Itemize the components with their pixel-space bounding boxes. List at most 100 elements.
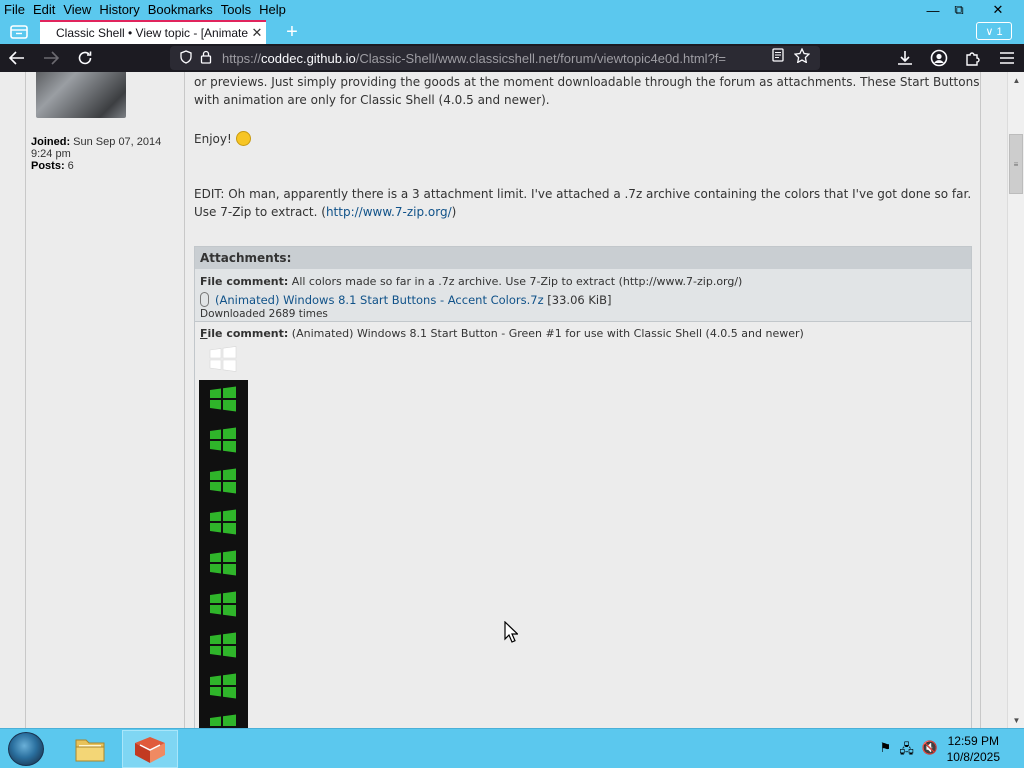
account-icon <box>930 49 948 67</box>
scroll-down-arrow-icon[interactable]: ▼ <box>1008 712 1024 728</box>
firefox-view-icon <box>10 25 28 39</box>
windows-logo-green-icon <box>210 468 236 494</box>
url-host: coddec.github.io <box>261 50 356 66</box>
lock-icon[interactable] <box>196 50 216 67</box>
tab-strip: Classic Shell • View topic - [Animate ✕ … <box>0 20 1024 44</box>
start-button[interactable] <box>8 732 44 766</box>
menu-tools[interactable]: Tools <box>217 0 255 20</box>
wink-smiley-icon <box>235 131 251 146</box>
post-profile: Joined: Sun Sep 07, 2014 9:24 pm Posts: … <box>26 72 185 728</box>
url-text[interactable]: https://coddec.github.io/Classic-Shell/w… <box>222 51 752 66</box>
taskbar-clock[interactable]: 12:59 PM 10/8/2025 <box>947 733 1000 765</box>
bookmark-star-icon[interactable] <box>790 47 814 66</box>
file-comment-text: All colors made so far in a .7z archive.… <box>288 275 743 288</box>
reader-view-icon[interactable] <box>766 48 790 66</box>
windows-logo-green-icon <box>210 591 236 617</box>
edit-suffix: ) <box>451 205 457 219</box>
account-button[interactable] <box>922 44 956 72</box>
attachment-image: File comment: (Animated) Windows 8.1 Sta… <box>195 322 971 728</box>
post-edit-line: EDIT: Oh man, apparently there is a 3 at… <box>194 187 972 201</box>
windows-logo-green-icon <box>210 673 236 699</box>
post-enjoy-line: Enjoy! <box>194 130 251 148</box>
file-comment-text: (Animated) Windows 8.1 Start Button - Gr… <box>288 327 804 340</box>
menu-view[interactable]: View <box>59 0 95 20</box>
tab-close-icon[interactable]: ✕ <box>248 25 266 41</box>
file-comment-label: File comment: <box>200 275 289 288</box>
reload-button[interactable] <box>68 44 102 72</box>
joined-time: 9:24 pm <box>31 148 71 160</box>
network-icon[interactable]: 🖧 <box>899 740 914 762</box>
menu-help[interactable]: Help <box>255 0 290 20</box>
volume-muted-icon[interactable]: 🔇 <box>922 740 938 762</box>
attachment-file-link[interactable]: (Animated) Windows 8.1 Start Buttons - A… <box>215 293 544 307</box>
windows-logo-green-icon <box>210 509 236 535</box>
download-icon <box>898 51 912 65</box>
forward-button[interactable] <box>34 44 68 72</box>
url-path: /Classic-Shell/www.classicshell.net/foru… <box>355 50 727 66</box>
browser-app-icon <box>135 737 165 763</box>
attachment-archive: File comment: All colors made so far in … <box>195 269 971 322</box>
windows-logo-green-icon <box>210 714 236 728</box>
menu-edit[interactable]: Edit <box>29 0 59 20</box>
post-edit-line: Use 7-Zip to extract. (http://www.7-zip.… <box>194 203 456 221</box>
tab-overflow-button[interactable]: ∨ 1 <box>976 22 1012 40</box>
post-text-line: or previews. Just simply providing the g… <box>194 75 980 89</box>
flag-icon[interactable]: ⚑ <box>880 740 892 762</box>
enjoy-text: Enjoy! <box>194 132 232 146</box>
window-controls: — ⧉ ✕ <box>920 0 1024 20</box>
forum-post: Joined: Sun Sep 07, 2014 9:24 pm Posts: … <box>25 72 981 728</box>
puzzle-icon <box>966 52 980 66</box>
restore-button[interactable]: ⧉ <box>946 0 972 20</box>
taskbar-explorer[interactable] <box>62 730 118 768</box>
scroll-up-arrow-icon[interactable]: ▲ <box>1008 72 1024 88</box>
new-tab-button[interactable]: + <box>280 21 304 43</box>
folder-icon <box>75 739 105 762</box>
post-text-line: with animation are only for Classic Shel… <box>194 93 550 107</box>
attachment-comment: File comment: All colors made so far in … <box>200 275 742 288</box>
downloads-button[interactable] <box>888 44 922 72</box>
close-window-button[interactable]: ✕ <box>972 0 1024 20</box>
extensions-button[interactable] <box>956 44 990 72</box>
page-viewport[interactable]: Joined: Sun Sep 07, 2014 9:24 pm Posts: … <box>0 72 1007 728</box>
posts-label: Posts: <box>31 160 65 172</box>
7zip-link[interactable]: http://www.7-zip.org/ <box>326 205 452 219</box>
menu-history[interactable]: History <box>95 0 143 20</box>
windows-logo-green-icon <box>210 550 236 576</box>
system-tray: ⚑ 🖧 🔇 <box>880 740 938 762</box>
toolbar-right <box>888 44 1024 72</box>
tab-active[interactable]: Classic Shell • View topic - [Animate ✕ <box>40 20 266 44</box>
windows-logo-green-icon <box>210 386 236 412</box>
animated-start-button-sprite[interactable] <box>199 380 248 728</box>
reload-icon <box>78 51 92 65</box>
attachments-box: Attachments: File comment: All colors ma… <box>194 246 972 728</box>
joined-label: Joined: <box>31 136 71 148</box>
menu-bookmarks[interactable]: Bookmarks <box>144 0 217 20</box>
shield-icon[interactable] <box>176 49 196 67</box>
taskbar-browser[interactable] <box>122 730 178 768</box>
tab-title: Classic Shell • View topic - [Animate <box>56 26 248 40</box>
joined-value: Sun Sep 07, 2014 <box>70 136 162 148</box>
tab-list-button[interactable] <box>6 22 32 42</box>
menu-file[interactable]: File <box>0 0 29 20</box>
forward-arrow-icon <box>44 51 59 65</box>
avatar[interactable] <box>36 72 126 118</box>
scrollbar-thumb[interactable]: ≡ <box>1009 134 1023 194</box>
windows-logo-icon[interactable] <box>209 346 237 372</box>
posts-value: 6 <box>64 160 74 172</box>
minimize-button[interactable]: — <box>920 0 946 20</box>
app-menu-button[interactable] <box>990 44 1024 72</box>
windows-logo-green-icon <box>210 632 236 658</box>
navigation-bar: https://coddec.github.io/Classic-Shell/w… <box>0 44 1024 72</box>
profile-info: Joined: Sun Sep 07, 2014 9:24 pm Posts: … <box>31 136 181 172</box>
attachments-header: Attachments: <box>195 247 971 269</box>
attachment-downloads: Downloaded 2689 times <box>200 308 328 320</box>
attachment-file-row: (Animated) Windows 8.1 Start Buttons - A… <box>200 292 611 307</box>
url-prefix: https:// <box>222 50 262 66</box>
edit-prefix: Use 7-Zip to extract. ( <box>194 205 326 219</box>
hamburger-icon <box>1000 52 1014 64</box>
vertical-scrollbar[interactable]: ▲ ≡ ▼ <box>1007 72 1024 728</box>
menu-bar: File Edit View History Bookmarks Tools H… <box>0 0 1024 20</box>
url-bar[interactable]: https://coddec.github.io/Classic-Shell/w… <box>170 46 820 70</box>
back-button[interactable] <box>0 44 34 72</box>
attachment-comment: File comment: (Animated) Windows 8.1 Sta… <box>200 327 804 340</box>
